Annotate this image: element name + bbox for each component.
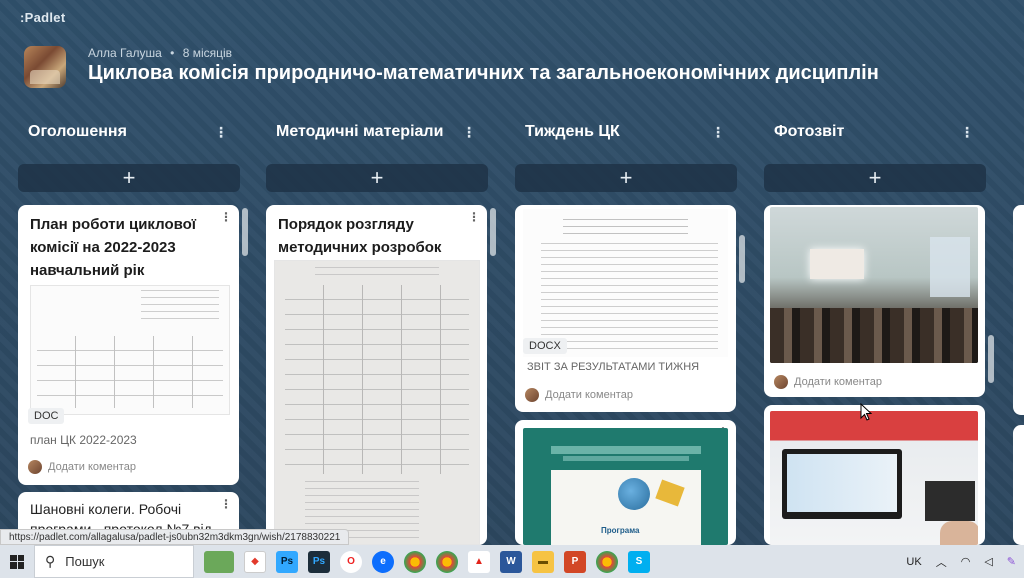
- search-placeholder: Пошук: [65, 554, 105, 569]
- column-header: Тиждень ЦК ⋮: [515, 112, 737, 152]
- document-preview[interactable]: [274, 260, 480, 545]
- column-scrollbar[interactable]: [242, 208, 248, 256]
- add-comment-button[interactable]: Додати коментар: [774, 375, 882, 389]
- card-menu-icon[interactable]: ⋮: [468, 211, 480, 223]
- column-title: Методичні матеріали: [276, 123, 444, 140]
- column-menu-icon[interactable]: ⋮: [214, 124, 228, 141]
- mouse-cursor-icon: [860, 403, 872, 421]
- column-title: Фотозвіт: [774, 123, 845, 140]
- column-methodical-materials: Методичні матеріали ⋮ +: [266, 112, 488, 192]
- chrome-active-icon[interactable]: [596, 550, 618, 573]
- column-header: Фотозвіт ⋮: [764, 112, 986, 152]
- add-comment-button[interactable]: Додати коментар: [28, 460, 136, 474]
- column-photo-report: Фотозвіт ⋮ +: [764, 112, 986, 192]
- wifi-icon[interactable]: ◠: [961, 555, 971, 568]
- acrobat-icon[interactable]: ▲: [468, 550, 490, 573]
- windows-taskbar: ⚲ Пошук ◆ Ps Ps O e ▲ W ▬ P S UK ︿ ◠ ◁ ✎: [0, 545, 1024, 578]
- file-caption: ЗВІТ ЗА РЕЗУЛЬТАТАМИ ТИЖНЯ: [527, 361, 700, 373]
- document-cover-heading: Програма: [601, 526, 640, 535]
- post-card-offscreen[interactable]: [1013, 205, 1024, 415]
- column-title: Оголошення: [28, 123, 127, 140]
- add-post-button[interactable]: +: [18, 164, 240, 192]
- add-comment-label: Додати коментар: [48, 461, 136, 473]
- photoshop-alt-icon[interactable]: Ps: [308, 550, 330, 573]
- column-header: Оголошення ⋮: [18, 112, 240, 152]
- taskbar-search-box[interactable]: ⚲ Пошук: [34, 545, 194, 578]
- document-cover-image[interactable]: Програма: [523, 428, 728, 545]
- author-avatar[interactable]: [24, 46, 66, 88]
- column-scrollbar[interactable]: [739, 235, 745, 283]
- board-age: 8 місяців: [182, 46, 233, 60]
- column-announcements: Оголошення ⋮ +: [18, 112, 240, 192]
- widget-icon[interactable]: [204, 550, 234, 573]
- commenter-avatar: [525, 388, 539, 402]
- card-title: Порядок розгляду методичних розробок: [278, 216, 442, 256]
- column-header: Методичні матеріали ⋮: [266, 112, 488, 152]
- post-card-program[interactable]: ⋮ Програма: [515, 420, 736, 545]
- board-title: Циклова комісія природничо-математичних …: [88, 62, 879, 84]
- search-icon: ⚲: [45, 553, 56, 569]
- chrome-profile-icon[interactable]: [436, 550, 458, 573]
- board-meta: Алла Галуша • 8 місяців: [88, 46, 232, 60]
- status-bar-url: https://padlet.com/allagalusa/padlet-js0…: [0, 529, 350, 545]
- windows-logo-icon: [10, 554, 24, 569]
- anydesk-icon[interactable]: ◆: [244, 550, 266, 573]
- system-tray: UK ︿ ◠ ◁ ✎: [892, 545, 1016, 578]
- post-card-plan[interactable]: ⋮ План роботи циклової комісії на 2022-2…: [18, 205, 239, 485]
- column-week: Тиждень ЦК ⋮ +: [515, 112, 737, 192]
- add-comment-label: Додати коментар: [545, 389, 633, 401]
- post-card-photo-2[interactable]: ⋮: [764, 405, 985, 545]
- post-card-week-report[interactable]: ⋮ DOCX ЗВІТ ЗА РЕЗУЛЬТАТАМИ ТИЖНЯ Додати…: [515, 205, 736, 412]
- add-post-button[interactable]: +: [764, 164, 986, 192]
- post-card-methodical-order[interactable]: ⋮ Порядок розгляду методичних розробок: [266, 205, 487, 545]
- add-post-button[interactable]: +: [515, 164, 737, 192]
- column-menu-icon[interactable]: ⋮: [711, 124, 725, 141]
- commenter-avatar: [774, 375, 788, 389]
- file-type-badge: DOCX: [523, 338, 567, 354]
- computer-lesson-photo[interactable]: [770, 411, 978, 545]
- meta-separator: •: [170, 46, 175, 60]
- classroom-photo[interactable]: [770, 207, 978, 363]
- photoshop-icon[interactable]: Ps: [276, 550, 298, 573]
- add-comment-label: Додати коментар: [794, 376, 882, 388]
- card-title: План роботи циклової комісії на 2022-202…: [30, 216, 197, 279]
- volume-icon[interactable]: ◁: [984, 555, 992, 568]
- column-scrollbar[interactable]: [988, 335, 994, 383]
- padlet-logo[interactable]: :Padlet: [20, 10, 65, 25]
- document-preview[interactable]: [523, 209, 728, 357]
- column-menu-icon[interactable]: ⋮: [960, 124, 974, 141]
- edge-icon[interactable]: e: [372, 550, 394, 573]
- word-icon[interactable]: W: [500, 550, 522, 573]
- pen-icon[interactable]: ✎: [1007, 555, 1016, 568]
- column-menu-icon[interactable]: ⋮: [462, 124, 476, 141]
- file-caption: план ЦК 2022-2023: [30, 433, 137, 447]
- commenter-avatar: [28, 460, 42, 474]
- chevron-up-icon[interactable]: ︿: [936, 554, 947, 570]
- powerpoint-icon[interactable]: P: [564, 550, 586, 573]
- document-preview[interactable]: [30, 285, 230, 415]
- author-name[interactable]: Алла Галуша: [88, 46, 162, 60]
- column-scrollbar[interactable]: [490, 208, 496, 256]
- add-comment-button[interactable]: Додати коментар: [525, 388, 633, 402]
- opera-icon[interactable]: O: [340, 550, 362, 573]
- chrome-icon[interactable]: [404, 550, 426, 573]
- column-title: Тиждень ЦК: [525, 123, 620, 140]
- card-menu-icon[interactable]: ⋮: [220, 211, 232, 223]
- post-card-offscreen[interactable]: [1013, 425, 1024, 545]
- file-type-badge: DOC: [28, 408, 65, 424]
- start-button[interactable]: [0, 545, 34, 578]
- skype-icon[interactable]: S: [628, 550, 650, 573]
- file-explorer-icon[interactable]: ▬: [532, 550, 554, 573]
- post-card-photo-1[interactable]: ⋮ Додати коментар: [764, 205, 985, 397]
- card-menu-icon[interactable]: ⋮: [220, 498, 232, 510]
- language-indicator[interactable]: UK: [906, 556, 921, 568]
- add-post-button[interactable]: +: [266, 164, 488, 192]
